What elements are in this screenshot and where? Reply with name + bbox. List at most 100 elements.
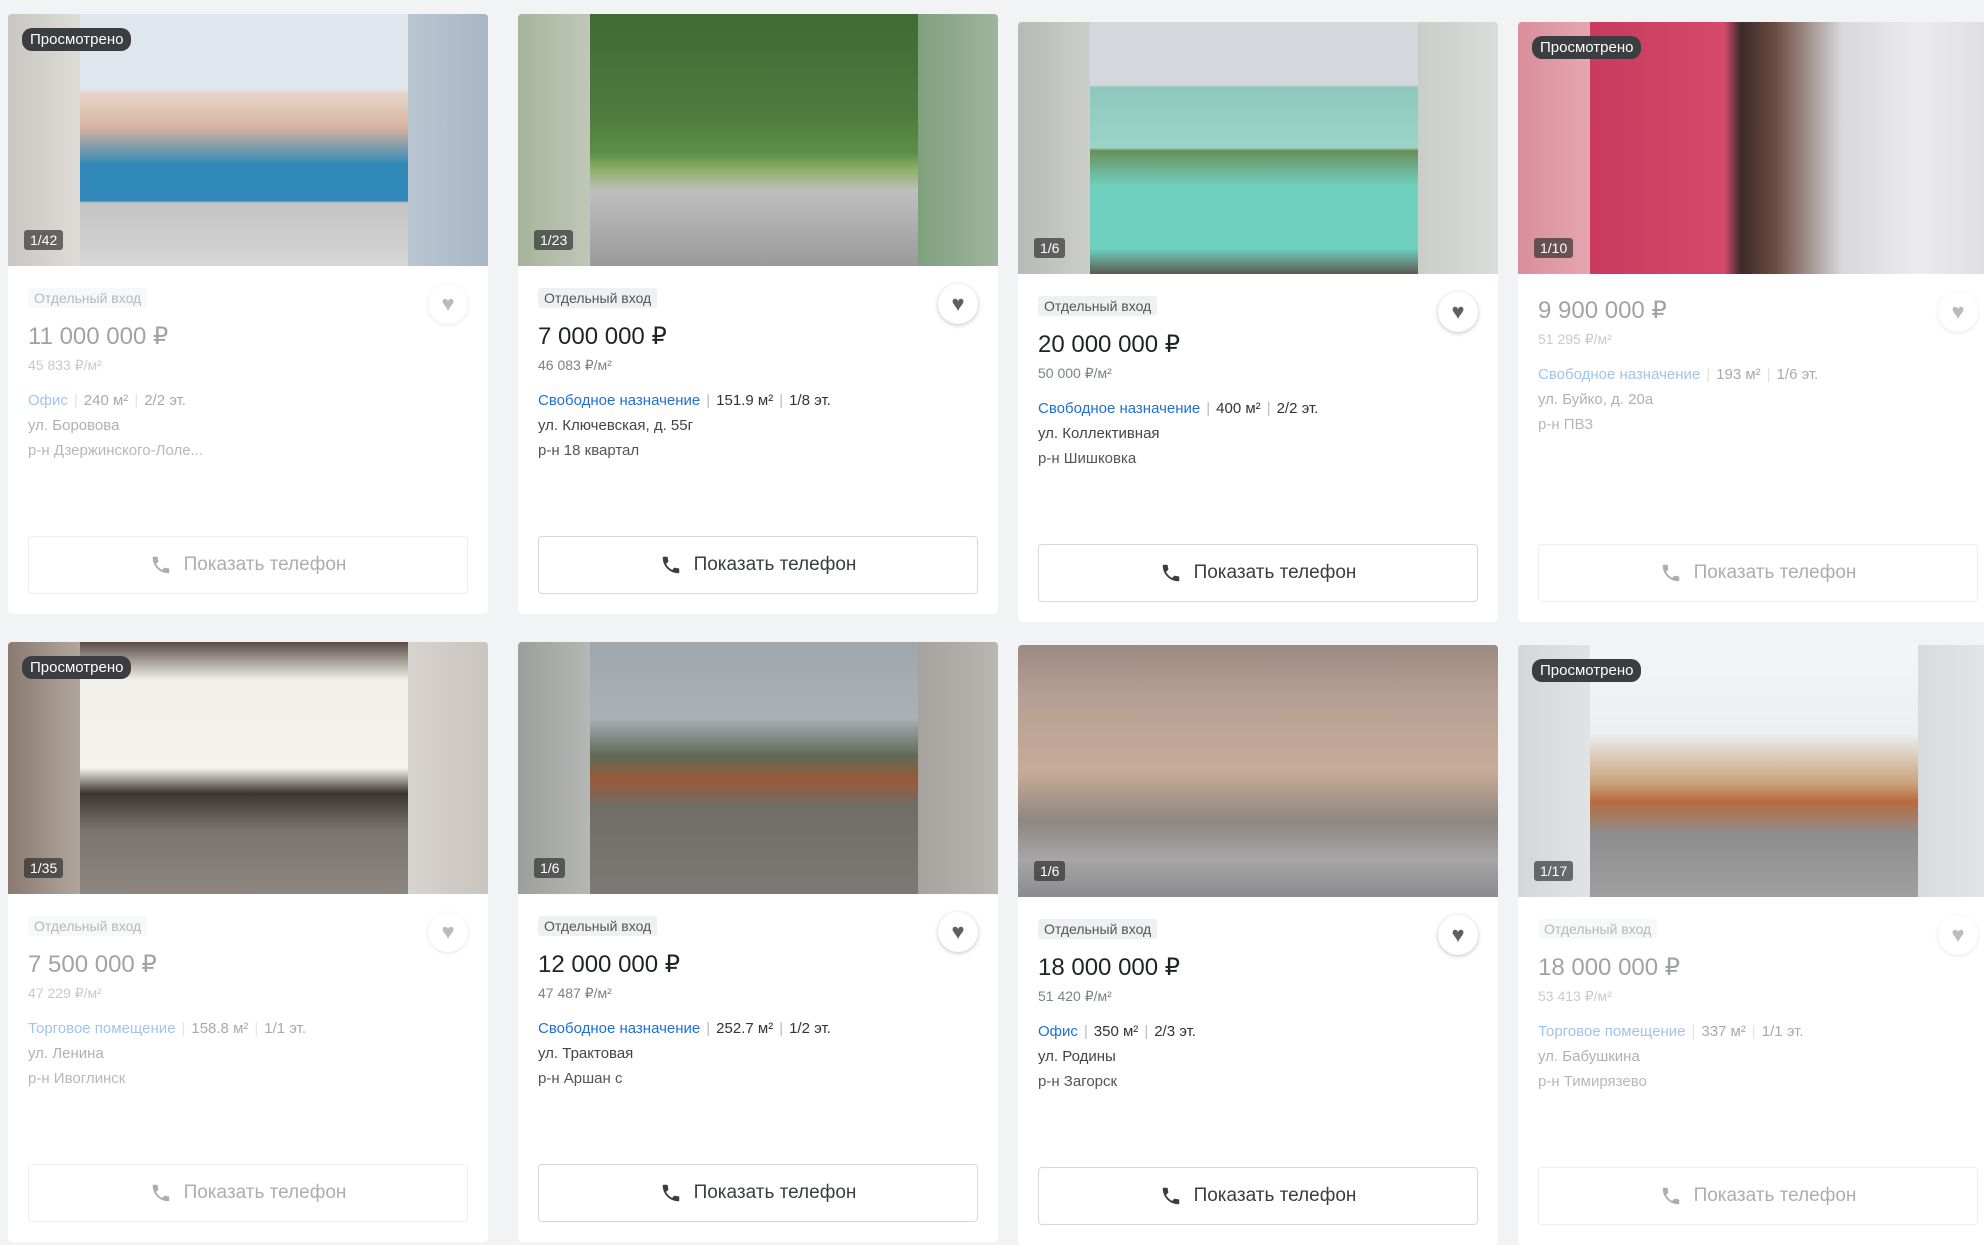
listing-photo[interactable]: 1/6 — [1018, 645, 1498, 897]
show-phone-label: Показать телефон — [693, 1182, 857, 1203]
listing-price: 11 000 000 ₽ — [28, 323, 169, 350]
favorite-heart-icon[interactable]: ♥ — [938, 912, 978, 952]
floor: 1/8 эт. — [789, 392, 831, 409]
show-phone-button[interactable]: Показать телефон — [28, 1164, 468, 1222]
floor: 1/6 эт. — [1776, 366, 1819, 383]
show-phone-button[interactable]: Показать телефон — [1538, 544, 1978, 602]
district: р-н ПВЗ — [1538, 416, 1594, 433]
listing-photo[interactable]: 1/6 — [1018, 22, 1498, 274]
photo-counter: 1/10 — [1534, 238, 1574, 258]
favorite-heart-icon[interactable]: ♥ — [938, 284, 978, 324]
property-type-link[interactable]: Офис — [1038, 1023, 1078, 1040]
photo-counter: 1/17 — [1534, 861, 1574, 881]
favorite-heart-icon[interactable]: ♥ — [1438, 292, 1478, 332]
price-per-meter: 51 420 ₽/м² — [1038, 988, 1112, 1004]
phone-icon — [1162, 564, 1179, 582]
show-phone-button[interactable]: Показать телефон — [538, 1164, 978, 1222]
listing-card[interactable]: Просмотрено 1/42 Отдельный вход ♥ 11 000… — [8, 14, 488, 614]
phone-icon — [662, 556, 679, 574]
show-phone-label: Показать телефон — [183, 554, 347, 575]
viewed-badge: Просмотрено — [1532, 36, 1642, 59]
show-phone-label: Показать телефон — [183, 1182, 347, 1203]
property-type-link[interactable]: Торговое помещение — [1538, 1023, 1685, 1040]
photo-counter: 1/42 — [24, 230, 64, 250]
area: 240 м² — [83, 392, 129, 409]
area: 350 м² — [1093, 1023, 1139, 1040]
column-divider — [1004, 0, 1014, 1236]
area: 151.9 м² — [716, 392, 774, 409]
listing-photo[interactable]: Просмотрено 1/35 — [8, 642, 488, 894]
listing-card[interactable]: Просмотрено 1/10 ♥ 9 900 000 ₽ 51 295 ₽/… — [1518, 22, 1984, 622]
property-type-link[interactable]: Свободное назначение — [1538, 366, 1700, 383]
photo-counter: 1/35 — [24, 858, 64, 878]
address: ул. Ключевская, д. 55г — [538, 417, 694, 434]
address: ул. Боровова — [28, 417, 120, 434]
listing-meta: Свободное назначение | 400 м² | 2/2 эт. — [1038, 400, 1319, 417]
show-phone-button[interactable]: Показать телефон — [1038, 1167, 1478, 1225]
area: 252.7 м² — [716, 1020, 774, 1037]
entrance-tag: Отдельный вход — [1038, 296, 1158, 316]
show-phone-button[interactable]: Показать телефон — [28, 536, 468, 594]
viewed-badge: Просмотрено — [22, 28, 132, 51]
area: 337 м² — [1701, 1023, 1746, 1040]
property-type-link[interactable]: Торговое помещение — [28, 1020, 175, 1037]
listing-card[interactable]: 1/6 Отдельный вход ♥ 18 000 000 ₽ 51 420… — [1018, 645, 1498, 1245]
address: ул. Бабушкина — [1538, 1048, 1640, 1065]
listing-meta: Свободное назначение | 252.7 м² | 1/2 эт. — [538, 1020, 831, 1037]
photo-counter: 1/6 — [534, 858, 566, 878]
phone-icon — [1162, 1187, 1179, 1205]
price-per-meter: 51 295 ₽/м² — [1538, 331, 1612, 347]
listing-photo[interactable]: Просмотрено 1/17 — [1518, 645, 1984, 897]
property-type-link[interactable]: Свободное назначение — [1038, 400, 1200, 417]
area: 193 м² — [1716, 366, 1761, 383]
listing-photo[interactable]: Просмотрено 1/10 — [1518, 22, 1984, 274]
price-per-meter: 47 487 ₽/м² — [538, 985, 612, 1001]
property-type-link[interactable]: Свободное назначение — [538, 1020, 700, 1037]
viewed-badge: Просмотрено — [1532, 659, 1642, 682]
district: р-н Шишковка — [1038, 450, 1137, 467]
floor: 2/3 эт. — [1154, 1023, 1196, 1040]
address: ул. Коллективная — [1038, 425, 1160, 442]
phone-icon — [152, 1184, 169, 1202]
price-per-meter: 46 083 ₽/м² — [538, 357, 612, 373]
entrance-tag: Отдельный вход — [28, 288, 148, 308]
district: р-н Аршан с — [538, 1070, 623, 1087]
listing-photo[interactable]: 1/23 — [518, 14, 998, 266]
entrance-tag: Отдельный вход — [1538, 919, 1658, 939]
listing-meta: Офис | 240 м² | 2/2 эт. — [28, 392, 186, 409]
show-phone-button[interactable]: Показать телефон — [538, 536, 978, 594]
address: ул. Ленина — [28, 1045, 104, 1062]
show-phone-label: Показать телефон — [1193, 562, 1357, 583]
listing-price: 9 900 000 ₽ — [1538, 297, 1667, 324]
listing-price: 12 000 000 ₽ — [538, 951, 681, 978]
show-phone-button[interactable]: Показать телефон — [1038, 544, 1478, 602]
floor: 1/1 эт. — [264, 1020, 306, 1037]
listing-card[interactable]: 1/23 Отдельный вход ♥ 7 000 000 ₽ 46 083… — [518, 14, 998, 614]
floor: 2/2 эт. — [1276, 400, 1319, 417]
listing-meta: Свободное назначение | 193 м² | 1/6 эт. — [1538, 366, 1819, 383]
entrance-tag: Отдельный вход — [1038, 919, 1158, 939]
favorite-heart-icon[interactable]: ♥ — [428, 912, 468, 952]
favorite-heart-icon[interactable]: ♥ — [1938, 292, 1978, 332]
district: р-н Ивоглинск — [28, 1070, 126, 1087]
floor: 1/2 эт. — [789, 1020, 831, 1037]
floor: 2/2 эт. — [144, 392, 186, 409]
listing-photo[interactable]: 1/6 — [518, 642, 998, 894]
listing-card[interactable]: 1/6 Отдельный вход ♥ 12 000 000 ₽ 47 487… — [518, 642, 998, 1242]
favorite-heart-icon[interactable]: ♥ — [1938, 915, 1978, 955]
show-phone-label: Показать телефон — [693, 554, 857, 575]
listing-card[interactable]: Просмотрено 1/35 Отдельный вход ♥ 7 500 … — [8, 642, 488, 1242]
listing-card[interactable]: 1/6 Отдельный вход ♥ 20 000 000 ₽ 50 000… — [1018, 22, 1498, 622]
show-phone-label: Показать телефон — [1693, 1185, 1857, 1206]
property-type-link[interactable]: Свободное назначение — [538, 392, 700, 409]
favorite-heart-icon[interactable]: ♥ — [1438, 915, 1478, 955]
favorite-heart-icon[interactable]: ♥ — [428, 284, 468, 324]
property-type-link[interactable]: Офис — [28, 392, 68, 409]
listing-photo[interactable]: Просмотрено 1/42 — [8, 14, 488, 266]
show-phone-button[interactable]: Показать телефон — [1538, 1167, 1978, 1225]
listing-card[interactable]: Просмотрено 1/17 Отдельный вход ♥ 18 000… — [1518, 645, 1984, 1245]
phone-icon — [1662, 564, 1679, 582]
entrance-tag: Отдельный вход — [538, 288, 658, 308]
price-per-meter: 53 413 ₽/м² — [1538, 988, 1612, 1004]
listing-price: 18 000 000 ₽ — [1538, 954, 1681, 981]
